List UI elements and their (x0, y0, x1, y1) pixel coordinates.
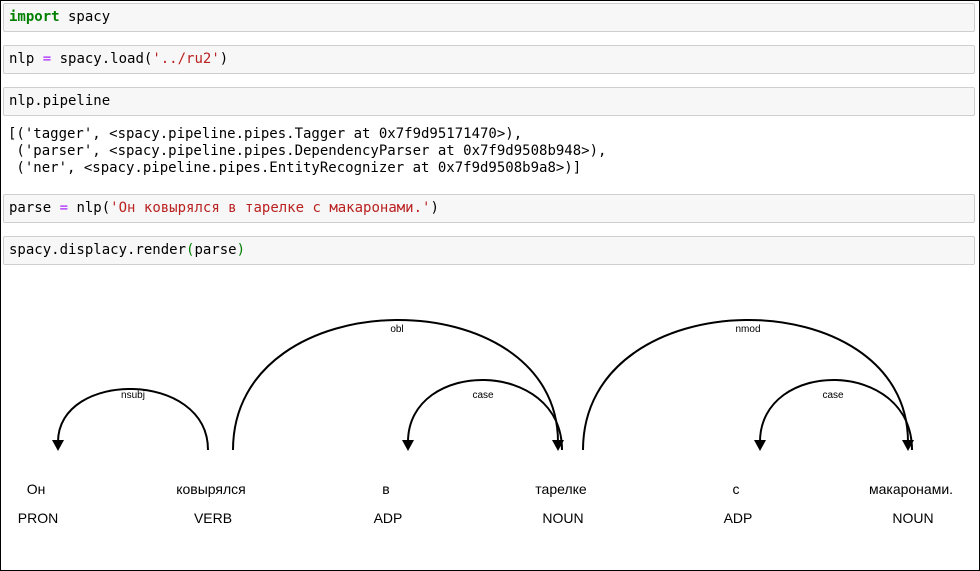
string-literal: '../ru2' (152, 51, 220, 67)
code-cell-pipeline[interactable]: nlp.pipeline (3, 87, 975, 116)
token-word: с (733, 481, 740, 497)
code-text: nlp.pipeline (9, 93, 111, 109)
token-word: тарелке (535, 481, 587, 497)
output-line: ('ner', <spacy.pipeline.pipes.EntityReco… (8, 160, 582, 176)
code-text: ) (219, 51, 229, 67)
code-text: parse (194, 242, 237, 258)
token-tag: NOUN (892, 510, 933, 526)
token-tag: PRON (18, 510, 58, 526)
token-word: Он (27, 481, 46, 497)
code-cell-render[interactable]: spacy.displacy.render(parse) (3, 236, 975, 265)
arc-label-case-1: case (472, 390, 494, 401)
token-tag: ADP (724, 510, 753, 526)
arc-label-obl: obl (390, 324, 403, 335)
token-tag: ADP (374, 510, 403, 526)
token-word: макаронами. (869, 481, 953, 497)
arrow-case-2 (754, 440, 766, 451)
code-text: parse (9, 200, 60, 216)
code-text: nlp( (68, 200, 111, 216)
code-cell-parse[interactable]: parse = nlp('Он ковырялся в тарелке с ма… (3, 194, 975, 223)
token-tag: NOUN (542, 510, 583, 526)
code-text: ) (430, 200, 439, 216)
code-cell-load[interactable]: nlp = spacy.load('../ru2') (3, 45, 975, 74)
code-text: spacy.displacy.render (9, 242, 187, 258)
code-text: spacy (59, 9, 111, 25)
operator: = (42, 51, 52, 67)
output-line: ('parser', <spacy.pipeline.pipes.Depende… (8, 143, 607, 159)
token-word: в (382, 481, 389, 497)
keyword-import: import (9, 9, 60, 25)
arc-label-nmod: nmod (735, 324, 760, 335)
arrow-nsubj (52, 440, 64, 451)
operator: = (59, 200, 69, 216)
code-cell-import[interactable]: import spacy (3, 3, 975, 32)
token-word: ковырялся (176, 481, 246, 497)
arc-label-case-2: case (822, 390, 844, 401)
arrow-case-1 (402, 440, 414, 451)
token-tag: VERB (194, 510, 232, 526)
arc-obl (232, 319, 559, 451)
arc-nmod (582, 319, 909, 451)
cell-output-pipeline: [('tagger', <spacy.pipeline.pipes.Tagger… (8, 126, 606, 177)
string-literal: 'Он ковырялся в тарелке с макаронами.' (110, 200, 431, 216)
code-text: spacy.load( (51, 51, 153, 67)
arc-label-nsubj: nsubj (121, 390, 145, 401)
output-line: [('tagger', <spacy.pipeline.pipes.Tagger… (8, 126, 523, 142)
dependency-parse-diagram: nsubj obl case nmod case Он PRON ковырял… (18, 319, 953, 526)
code-text: nlp (9, 51, 43, 67)
paren: ) (236, 242, 246, 258)
